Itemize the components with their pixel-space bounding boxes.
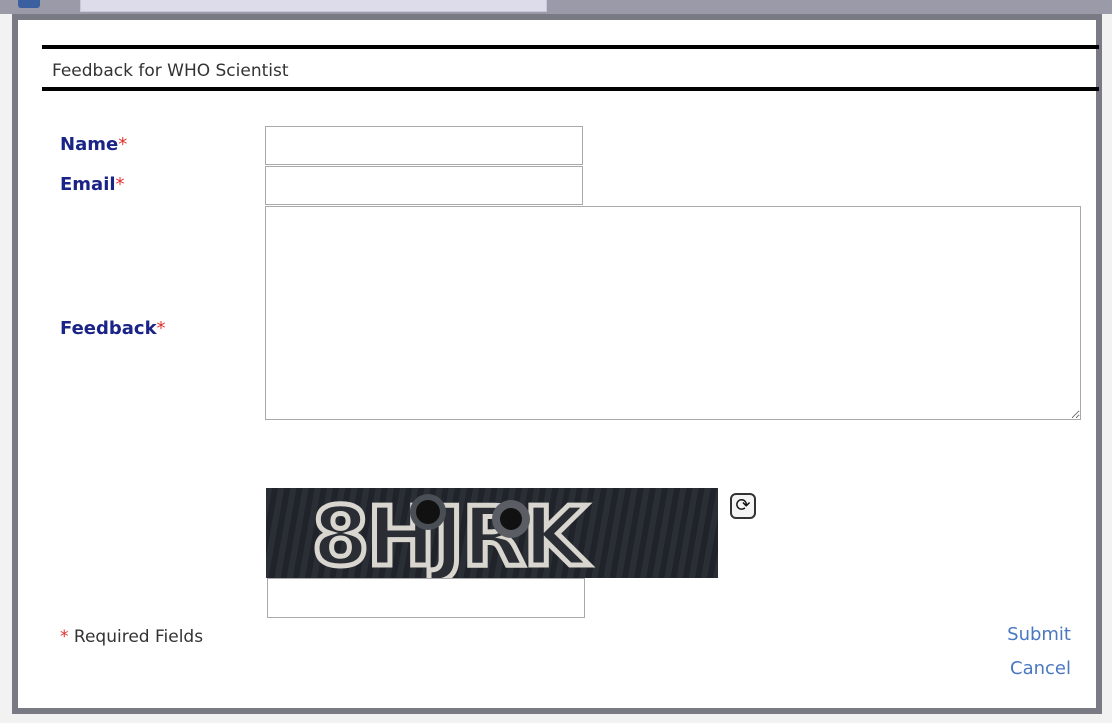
feedback-label: Feedback*: [60, 318, 166, 339]
captcha-image: 8HJRK: [266, 488, 718, 578]
background-link-box: [80, 0, 547, 12]
captcha-text: 8HJRK: [310, 488, 590, 578]
captcha-answer-input[interactable]: [267, 578, 585, 618]
email-label-text: Email: [60, 174, 116, 195]
background-logo-icon: [18, 0, 40, 8]
feedback-modal: Feedback for WHO Scientist Name* Email* …: [12, 14, 1102, 714]
email-input[interactable]: [265, 166, 583, 205]
cancel-link[interactable]: Cancel: [1010, 658, 1071, 679]
email-label: Email*: [60, 174, 125, 195]
feedback-label-text: Feedback: [60, 318, 157, 339]
name-label: Name*: [60, 134, 127, 155]
feedback-textarea[interactable]: [265, 206, 1081, 420]
required-marker: *: [118, 134, 128, 155]
required-marker: *: [156, 318, 166, 339]
refresh-icon[interactable]: ⟳: [730, 493, 756, 519]
modal-title-bar: Feedback for WHO Scientist: [42, 45, 1099, 91]
required-marker: *: [60, 627, 69, 647]
name-input[interactable]: [265, 126, 583, 165]
captcha-distortion: [416, 500, 440, 524]
submit-link[interactable]: Submit: [1007, 624, 1071, 645]
captcha-distortion: [500, 508, 522, 530]
modal-title: Feedback for WHO Scientist: [52, 61, 289, 81]
required-marker: *: [115, 174, 125, 195]
required-fields-note: * Required Fields: [60, 627, 203, 647]
required-note-text: Required Fields: [73, 627, 204, 647]
name-label-text: Name: [60, 134, 119, 155]
